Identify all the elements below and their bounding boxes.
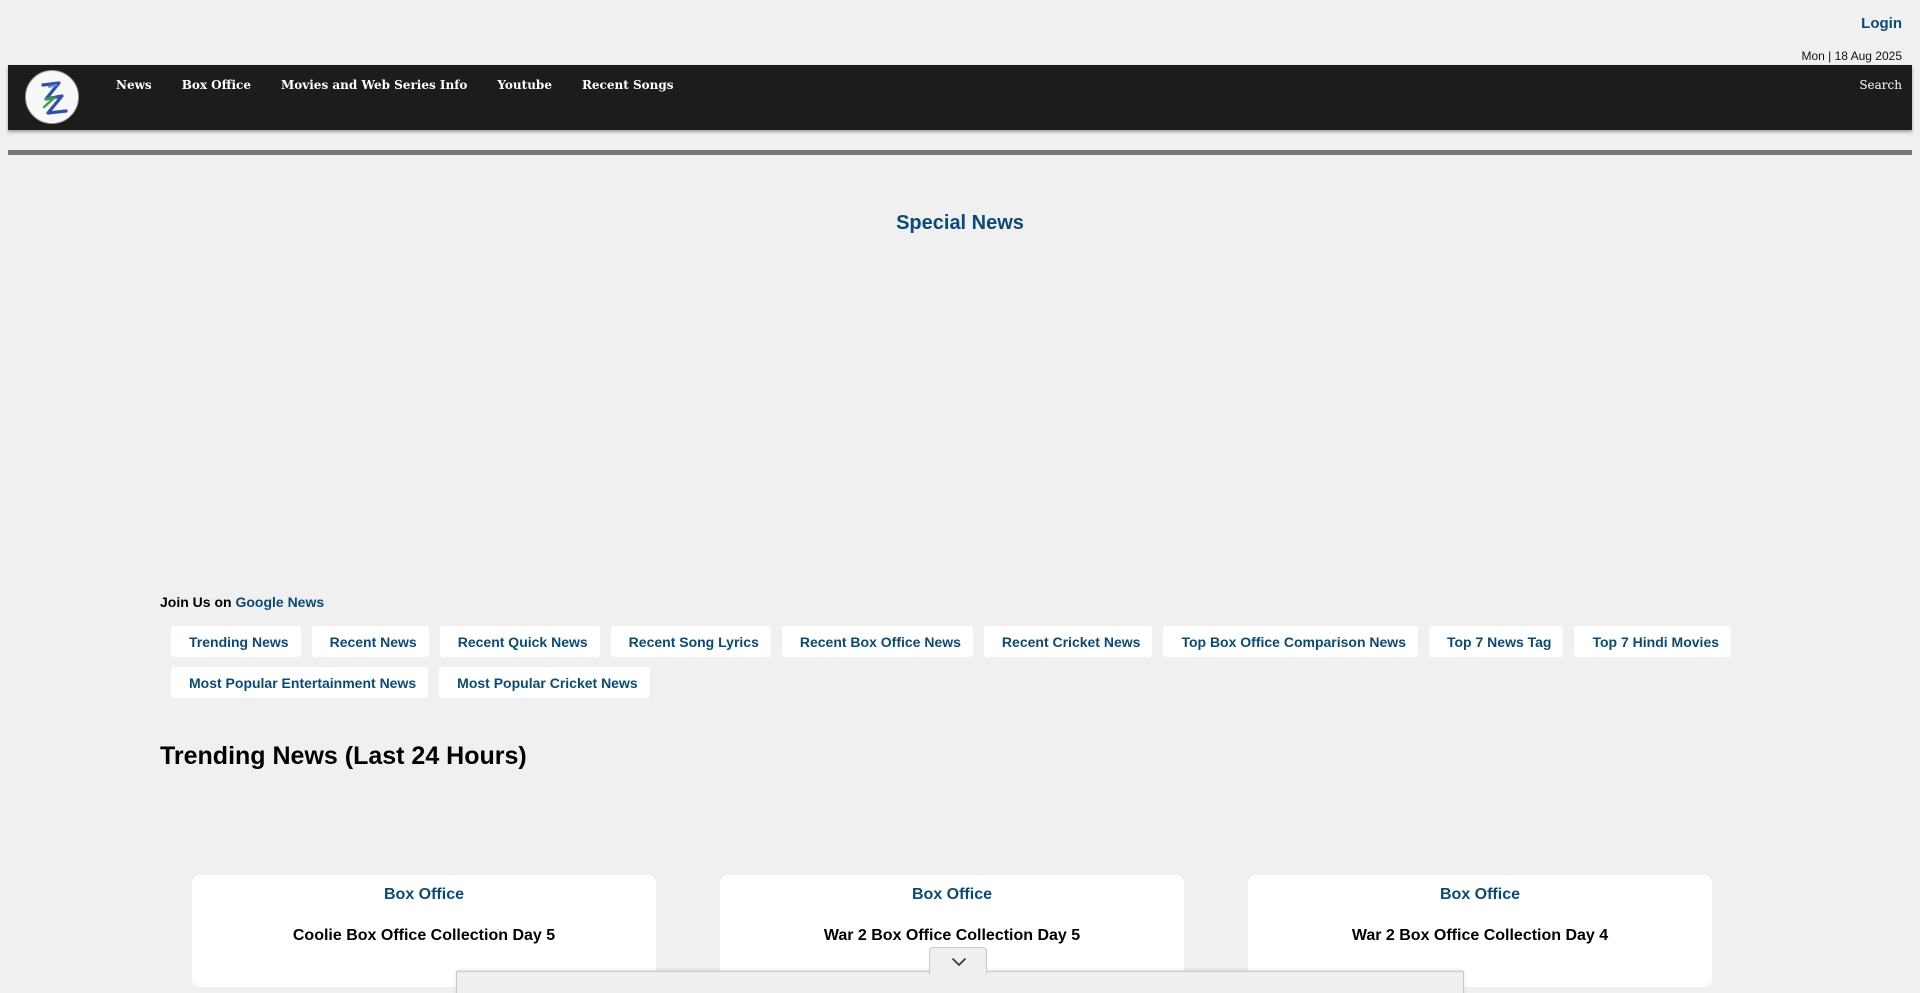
top-bar: Login Mon | 18 Aug 2025 <box>0 0 1920 65</box>
quick-link-trending-news[interactable]: Trending News <box>171 626 301 657</box>
trending-news-heading: Trending News (Last 24 Hours) <box>160 742 527 770</box>
card-category[interactable]: Box Office <box>720 886 1184 904</box>
card-title[interactable]: War 2 Box Office Collection Day 4 <box>1248 927 1712 945</box>
quick-link-most-popular-entertainment[interactable]: Most Popular Entertainment News <box>171 667 429 698</box>
card-category[interactable]: Box Office <box>192 886 656 904</box>
quick-link-recent-cricket-news[interactable]: Recent Cricket News <box>983 626 1153 657</box>
quick-link-recent-news[interactable]: Recent News <box>311 626 429 657</box>
chevron-down-icon <box>952 958 966 966</box>
card-category[interactable]: Box Office <box>1248 886 1712 904</box>
quick-link-recent-box-office-news[interactable]: Recent Box Office News <box>781 626 973 657</box>
main-navbar: News Box Office Movies and Web Series In… <box>8 65 1912 130</box>
quick-link-recent-song-lyrics[interactable]: Recent Song Lyrics <box>610 626 771 657</box>
divider-bar <box>8 150 1912 155</box>
nav-item-youtube[interactable]: Youtube <box>497 78 552 92</box>
nav-item-movies-web-series[interactable]: Movies and Web Series Info <box>281 78 467 92</box>
quick-link-top-box-office-comparison[interactable]: Top Box Office Comparison News <box>1163 626 1418 657</box>
login-link[interactable]: Login <box>1861 15 1902 32</box>
zigzag-logo-icon <box>27 72 78 123</box>
quick-link-top-7-hindi-movies[interactable]: Top 7 Hindi Movies <box>1574 626 1732 657</box>
nav-search-link[interactable]: Search <box>1859 78 1902 92</box>
nav-item-recent-songs[interactable]: Recent Songs <box>582 78 674 92</box>
nav-item-box-office[interactable]: Box Office <box>182 78 251 92</box>
quick-link-top-7-news-tag[interactable]: Top 7 News Tag <box>1428 626 1564 657</box>
quick-links-row-2: Most Popular Entertainment News Most Pop… <box>171 667 661 698</box>
card-title[interactable]: War 2 Box Office Collection Day 5 <box>720 927 1184 945</box>
collapse-button[interactable] <box>929 947 987 974</box>
quick-links-row-1: Trending News Recent News Recent Quick N… <box>171 626 1742 657</box>
current-date: Mon | 18 Aug 2025 <box>1801 49 1902 63</box>
google-news-link[interactable]: Google News <box>235 594 324 610</box>
quick-link-most-popular-cricket[interactable]: Most Popular Cricket News <box>439 667 650 698</box>
quick-link-recent-quick-news[interactable]: Recent Quick News <box>439 626 600 657</box>
join-us-prefix: Join Us on <box>160 594 232 610</box>
card-title[interactable]: Coolie Box Office Collection Day 5 <box>192 927 656 945</box>
site-logo[interactable] <box>25 70 79 124</box>
join-us-line: Join Us on Google News <box>160 594 324 610</box>
special-news-heading: Special News <box>896 212 1024 234</box>
nav-item-news[interactable]: News <box>116 78 152 92</box>
nav-menu: News Box Office Movies and Web Series In… <box>108 65 674 105</box>
